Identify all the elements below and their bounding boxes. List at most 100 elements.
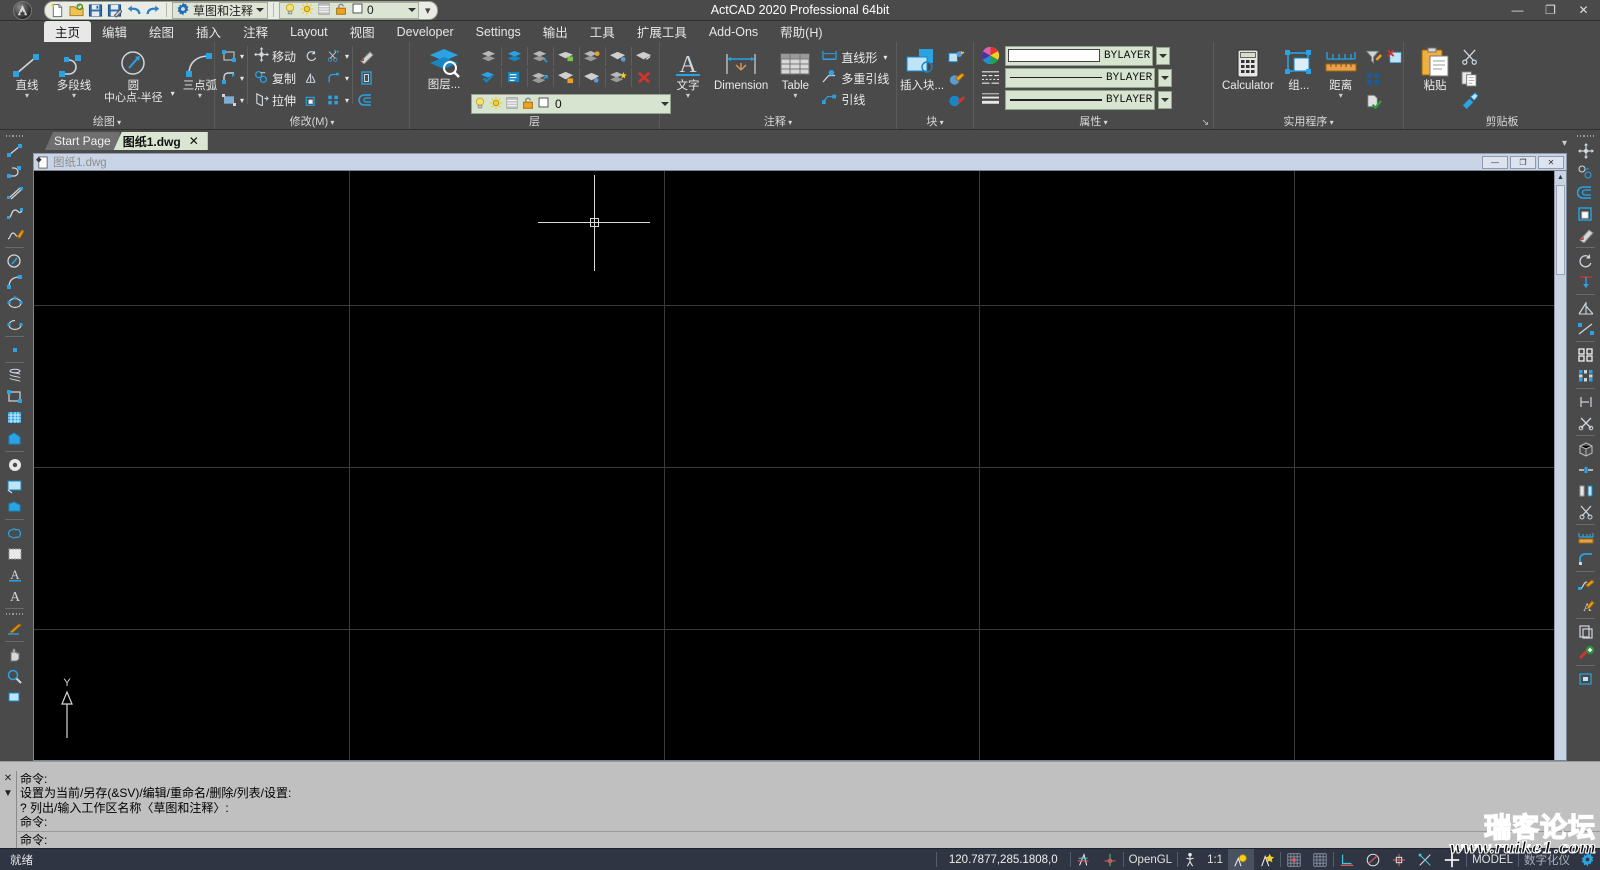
- layer-match-icon[interactable]: [530, 46, 551, 66]
- chevron-down-icon[interactable]: ▾: [345, 74, 349, 83]
- circle-tool-icon[interactable]: [2, 250, 27, 271]
- move-button[interactable]: 移动: [251, 46, 299, 66]
- tab-addons[interactable]: Add-Ons: [698, 21, 769, 42]
- command-close-icon[interactable]: ✕: [4, 773, 12, 784]
- ortho-toggle[interactable]: [1071, 849, 1097, 870]
- copy-button[interactable]: 复制: [251, 68, 299, 88]
- lineweight-icon[interactable]: [978, 89, 1002, 110]
- osnap-toggle[interactable]: [1386, 849, 1412, 870]
- rectangle-tool-icon[interactable]: [2, 386, 27, 407]
- annotation-scale-icon[interactable]: [1178, 849, 1202, 870]
- chevron-down-icon[interactable]: ▾: [198, 92, 202, 100]
- drawing-canvas[interactable]: Y ▲: [33, 170, 1567, 761]
- settings-gear[interactable]: [1575, 849, 1600, 870]
- properties-dialog-launcher[interactable]: ↘: [1201, 116, 1209, 129]
- line-button[interactable]: 直线 ▾: [6, 45, 48, 100]
- tab-drawing1[interactable]: 图纸1.dwg ✕: [113, 132, 208, 150]
- command-expand-icon[interactable]: ▼: [3, 788, 13, 799]
- right-toolbar-grip[interactable]: [1576, 133, 1595, 138]
- circle-button[interactable]: 圆 中心点-半径: [100, 45, 167, 105]
- layer-properties-button[interactable]: 图层...: [413, 44, 475, 92]
- annotation-visibility[interactable]: [1228, 848, 1255, 870]
- toolbar-grip-2[interactable]: [5, 611, 24, 616]
- layer-quick-selector[interactable]: 0: [279, 1, 419, 19]
- region-icon[interactable]: [2, 475, 27, 496]
- edit-polyline-icon[interactable]: [1573, 574, 1598, 595]
- lineweight-chevron-down-icon[interactable]: [1158, 90, 1173, 109]
- chevron-down-icon[interactable]: ▾: [793, 92, 797, 100]
- new-file-icon[interactable]: [49, 2, 66, 19]
- polar-tracking[interactable]: [1360, 849, 1386, 870]
- snap-toggle[interactable]: [1281, 849, 1307, 870]
- stretch-tool-icon[interactable]: [1573, 318, 1598, 339]
- redo-arrow-icon[interactable]: [144, 2, 161, 19]
- offset-icon[interactable]: [356, 68, 377, 88]
- scissors-icon[interactable]: [1573, 501, 1598, 522]
- freeze-icon[interactable]: [505, 96, 519, 113]
- rectangle-icon[interactable]: [218, 46, 239, 66]
- layer-chevron-down-icon[interactable]: [408, 8, 416, 12]
- tab-tools[interactable]: 工具: [579, 21, 626, 42]
- mdi-close-button[interactable]: ✕: [1538, 155, 1564, 169]
- tab-start-page[interactable]: Start Page: [45, 132, 120, 150]
- lightbulb-icon[interactable]: [283, 2, 297, 19]
- save-as-icon[interactable]: [106, 2, 123, 19]
- chevron-down-icon[interactable]: ▾: [883, 53, 887, 62]
- layer-unlock-icon[interactable]: [556, 67, 577, 87]
- tab-developer[interactable]: Developer: [386, 21, 465, 42]
- text-icon[interactable]: A: [2, 585, 27, 606]
- leader-button[interactable]: 引线: [818, 89, 892, 109]
- cut-scissors-icon[interactable]: [1459, 46, 1480, 66]
- lineweight-selector[interactable]: BYLAYER: [1005, 89, 1156, 110]
- donut-icon[interactable]: [2, 454, 27, 475]
- autoscale-toggle[interactable]: [1254, 849, 1280, 870]
- tab-edit[interactable]: 编辑: [91, 21, 138, 42]
- polyline-button[interactable]: 多段线 ▾: [52, 45, 96, 100]
- chevron-down-icon[interactable]: ▾: [345, 96, 349, 105]
- gradient-icon[interactable]: [2, 428, 27, 449]
- block-attribute-icon[interactable]: [946, 91, 967, 111]
- layer-off-icon[interactable]: [608, 46, 629, 66]
- open-folder-icon[interactable]: [68, 2, 85, 19]
- digitizer-toggle[interactable]: 数字化仪: [1519, 849, 1575, 870]
- color-selector[interactable]: BYLAYER: [1005, 45, 1154, 66]
- chevron-down-icon[interactable]: ▾: [240, 74, 244, 83]
- tab-layout[interactable]: Layout: [279, 21, 339, 42]
- helix-icon[interactable]: [2, 365, 27, 386]
- color-square-icon[interactable]: [351, 2, 364, 18]
- model-space-toggle[interactable]: MODEL: [1467, 849, 1518, 870]
- dim-linear-icon[interactable]: [2, 618, 27, 639]
- multileader-button[interactable]: 多重引线: [818, 68, 892, 88]
- zoom-window-icon[interactable]: [2, 686, 27, 707]
- tab-express-tools[interactable]: 扩展工具: [626, 21, 698, 42]
- polar-toggle[interactable]: [1097, 849, 1123, 870]
- explode-icon[interactable]: [356, 90, 377, 110]
- layer-freeze-icon[interactable]: [608, 67, 629, 87]
- quick-select-icon[interactable]: [1363, 47, 1384, 67]
- group-button[interactable]: 组...: [1279, 45, 1319, 93]
- paste-button[interactable]: 粘贴: [1414, 45, 1456, 93]
- mtext-icon[interactable]: A: [2, 564, 27, 585]
- edit-text-icon[interactable]: A: [1573, 595, 1598, 616]
- calculator-button[interactable]: Calculator: [1218, 45, 1278, 93]
- ellipse-icon[interactable]: [2, 292, 27, 313]
- rotate-icon[interactable]: [301, 46, 322, 66]
- graphics-engine[interactable]: OpenGL: [1124, 849, 1177, 870]
- distance-button[interactable]: 距离 ▾: [1320, 45, 1362, 100]
- revcloud-icon[interactable]: [2, 522, 27, 543]
- fillet2-icon[interactable]: [323, 68, 344, 88]
- trim-tool-icon[interactable]: [1573, 412, 1598, 433]
- copy-tool-icon[interactable]: [1573, 161, 1598, 182]
- scale-tool-icon[interactable]: [1573, 203, 1598, 224]
- scale-display[interactable]: 1:1: [1202, 849, 1228, 870]
- mdi-restore-button[interactable]: ❐: [1510, 155, 1536, 169]
- boundary-icon[interactable]: [2, 496, 27, 517]
- chevron-down-icon[interactable]: ▾: [686, 92, 690, 100]
- rect-array-icon[interactable]: [1573, 344, 1598, 365]
- chevron-down-icon[interactable]: ▾: [240, 52, 244, 61]
- copy-clipboard-icon[interactable]: [1459, 68, 1480, 88]
- polyline-tool-icon[interactable]: [2, 161, 27, 182]
- explode-tool-icon[interactable]: [1573, 621, 1598, 642]
- command-input-line[interactable]: 命令:: [16, 830, 1600, 848]
- minimize-button[interactable]: —: [1501, 0, 1534, 21]
